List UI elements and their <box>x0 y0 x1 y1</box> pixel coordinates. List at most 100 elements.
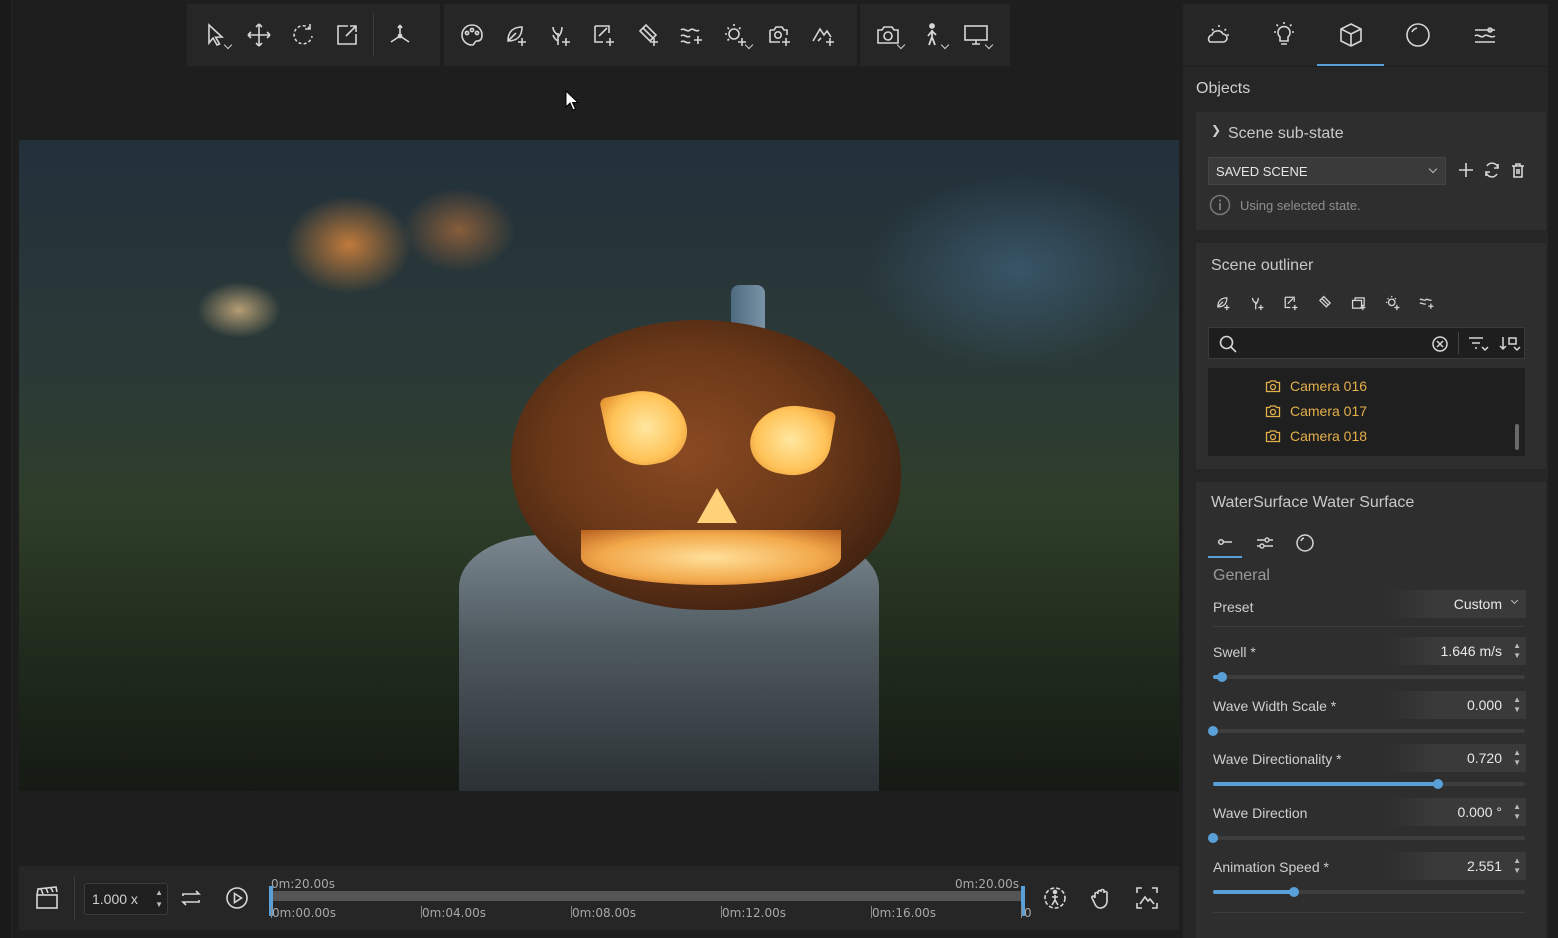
outliner-filter-plants[interactable] <box>1246 292 1268 314</box>
tab-material[interactable] <box>1288 527 1322 558</box>
substate-select[interactable]: SAVED SCENE <box>1208 157 1446 185</box>
camera-item-icon <box>1265 430 1281 443</box>
outliner-filter-objects[interactable] <box>1280 292 1302 314</box>
clear-search-icon[interactable] <box>1431 335 1449 353</box>
loop-button[interactable] <box>173 880 209 916</box>
tab-adjustments[interactable] <box>1248 527 1282 558</box>
refresh-icon <box>1485 162 1499 178</box>
hand-tool-button[interactable] <box>1084 880 1120 916</box>
camera-item-icon <box>1265 405 1281 418</box>
wave-directionality-field[interactable]: 0.720 ▲ ▼ <box>1386 744 1526 772</box>
add-light-button[interactable] <box>714 13 758 57</box>
swell-slider[interactable] <box>1213 672 1525 682</box>
render-viewport[interactable] <box>19 140 1179 791</box>
tab-weather[interactable] <box>1183 4 1250 66</box>
add-nature-button[interactable] <box>494 13 538 57</box>
wave-width-scale-slider[interactable] <box>1208 726 1525 736</box>
tab-settings[interactable] <box>1451 4 1518 66</box>
playback-speed-value: 1.000 x <box>92 891 138 907</box>
outliner-item[interactable]: Camera 017 <box>1265 400 1367 422</box>
group-heading: General <box>1213 567 1270 584</box>
swell-field[interactable]: 1.646 m/s ▲ ▼ <box>1386 637 1526 665</box>
spinner-icon[interactable]: ▲ ▼ <box>1513 856 1521 876</box>
outliner-scrollbar[interactable] <box>1515 424 1519 450</box>
wave-direction-slider[interactable] <box>1208 833 1525 843</box>
add-decal-button[interactable] <box>626 13 670 57</box>
clapper-button[interactable] <box>29 880 65 916</box>
add-object-button[interactable] <box>582 13 626 57</box>
delete-substate-button[interactable] <box>1507 159 1529 181</box>
speed-spinner-icon[interactable]: ▲ ▼ <box>155 887 163 911</box>
timeline-tick-label: 0 <box>1024 906 1032 920</box>
outliner-item-label: Camera 017 <box>1290 403 1368 419</box>
camera-menu-button[interactable] <box>866 13 910 57</box>
preset-select[interactable]: Custom <box>1386 590 1526 618</box>
screen-menu-button[interactable] <box>954 13 998 57</box>
add-decal-icon <box>638 23 658 46</box>
tab-objects[interactable] <box>1317 4 1384 66</box>
play-icon <box>226 887 248 909</box>
spinner-icon[interactable]: ▲ ▼ <box>1513 748 1521 768</box>
section-divider <box>1213 626 1525 627</box>
light-icon <box>1273 22 1294 45</box>
chevron-down-icon[interactable]: ❯ <box>1211 123 1221 137</box>
animation-speed-slider[interactable] <box>1213 887 1525 897</box>
refresh-substate-button[interactable] <box>1481 159 1503 181</box>
outliner-filter-lights[interactable] <box>1382 292 1404 314</box>
substate-title[interactable]: Scene sub-state <box>1228 125 1344 143</box>
walk-mode-button[interactable] <box>910 13 954 57</box>
slider-knob[interactable] <box>1217 672 1228 682</box>
outliner-filter-decals[interactable] <box>1314 292 1336 314</box>
add-terrain-button[interactable] <box>802 13 846 57</box>
timeline-tick-label: 0m:08.00s <box>572 906 636 920</box>
add-substate-button[interactable] <box>1455 159 1477 181</box>
plus-icon <box>1459 163 1473 177</box>
walk-path-icon <box>1044 887 1066 909</box>
animation-speed-field[interactable]: 2.551 ▲ ▼ <box>1386 852 1526 880</box>
add-nature-icon <box>1217 297 1230 311</box>
outliner-filter-nature[interactable] <box>1212 292 1234 314</box>
camera-icon <box>877 26 899 44</box>
playback-speed-field[interactable]: 1.000 x ▲ ▼ <box>84 883 168 915</box>
add-water-button[interactable] <box>670 13 714 57</box>
spinner-icon[interactable]: ▲ ▼ <box>1513 802 1521 822</box>
timeline-tick-label: 0m:04.00s <box>422 906 486 920</box>
outliner-list[interactable]: Camera 016 Camera 017 Camera 018 <box>1208 368 1525 456</box>
slider-knob[interactable] <box>1208 726 1218 736</box>
wave-directionality-slider[interactable] <box>1213 779 1525 789</box>
spinner-icon[interactable]: ▲ ▼ <box>1513 695 1521 715</box>
slider-knob[interactable] <box>1432 779 1443 789</box>
wave-width-scale-field[interactable]: 0.000 ▲ ▼ <box>1386 691 1526 719</box>
wave-direction-field[interactable]: 0.000 ° ▲ ▼ <box>1386 798 1526 826</box>
outliner-item[interactable]: Camera 018 <box>1265 425 1367 447</box>
play-button[interactable] <box>219 880 255 916</box>
water-surface-properties: WaterSurface Water Surface General Prese… <box>1196 482 1546 938</box>
scale-tool-button[interactable] <box>325 13 369 57</box>
tab-materials[interactable] <box>1384 4 1451 66</box>
sort-dropdown-icon[interactable] <box>1499 334 1523 354</box>
slider-knob[interactable] <box>1289 887 1300 897</box>
expand-timeline-button[interactable] <box>1129 880 1165 916</box>
slider-knob[interactable] <box>1208 833 1218 843</box>
add-camera-button[interactable] <box>758 13 802 57</box>
outliner-filter-groups[interactable] <box>1348 292 1370 314</box>
camera-path-button[interactable] <box>1037 880 1073 916</box>
timeline-track[interactable] <box>271 891 1024 901</box>
move-tool-button[interactable] <box>237 13 281 57</box>
tab-general[interactable] <box>1208 527 1242 558</box>
info-icon <box>1209 194 1231 216</box>
outliner-filter-water[interactable] <box>1416 292 1438 314</box>
outliner-search-input[interactable] <box>1208 327 1525 359</box>
materials-button[interactable] <box>450 13 494 57</box>
select-tool-button[interactable] <box>193 13 237 57</box>
tab-light[interactable] <box>1250 4 1317 66</box>
filter-dropdown-icon[interactable] <box>1467 334 1491 354</box>
rotate-tool-button[interactable] <box>281 13 325 57</box>
add-plant-button[interactable] <box>538 13 582 57</box>
spinner-icon[interactable]: ▲ ▼ <box>1513 641 1521 661</box>
timeline-tick-label: 0m:12.00s <box>722 906 786 920</box>
timeline-tick <box>1021 906 1022 918</box>
right-panel: Objects ❯ Scene sub-state SAVED SCENE Us… <box>1183 0 1558 938</box>
pivot-tool-button[interactable] <box>378 13 422 57</box>
outliner-item[interactable]: Camera 016 <box>1265 375 1367 397</box>
